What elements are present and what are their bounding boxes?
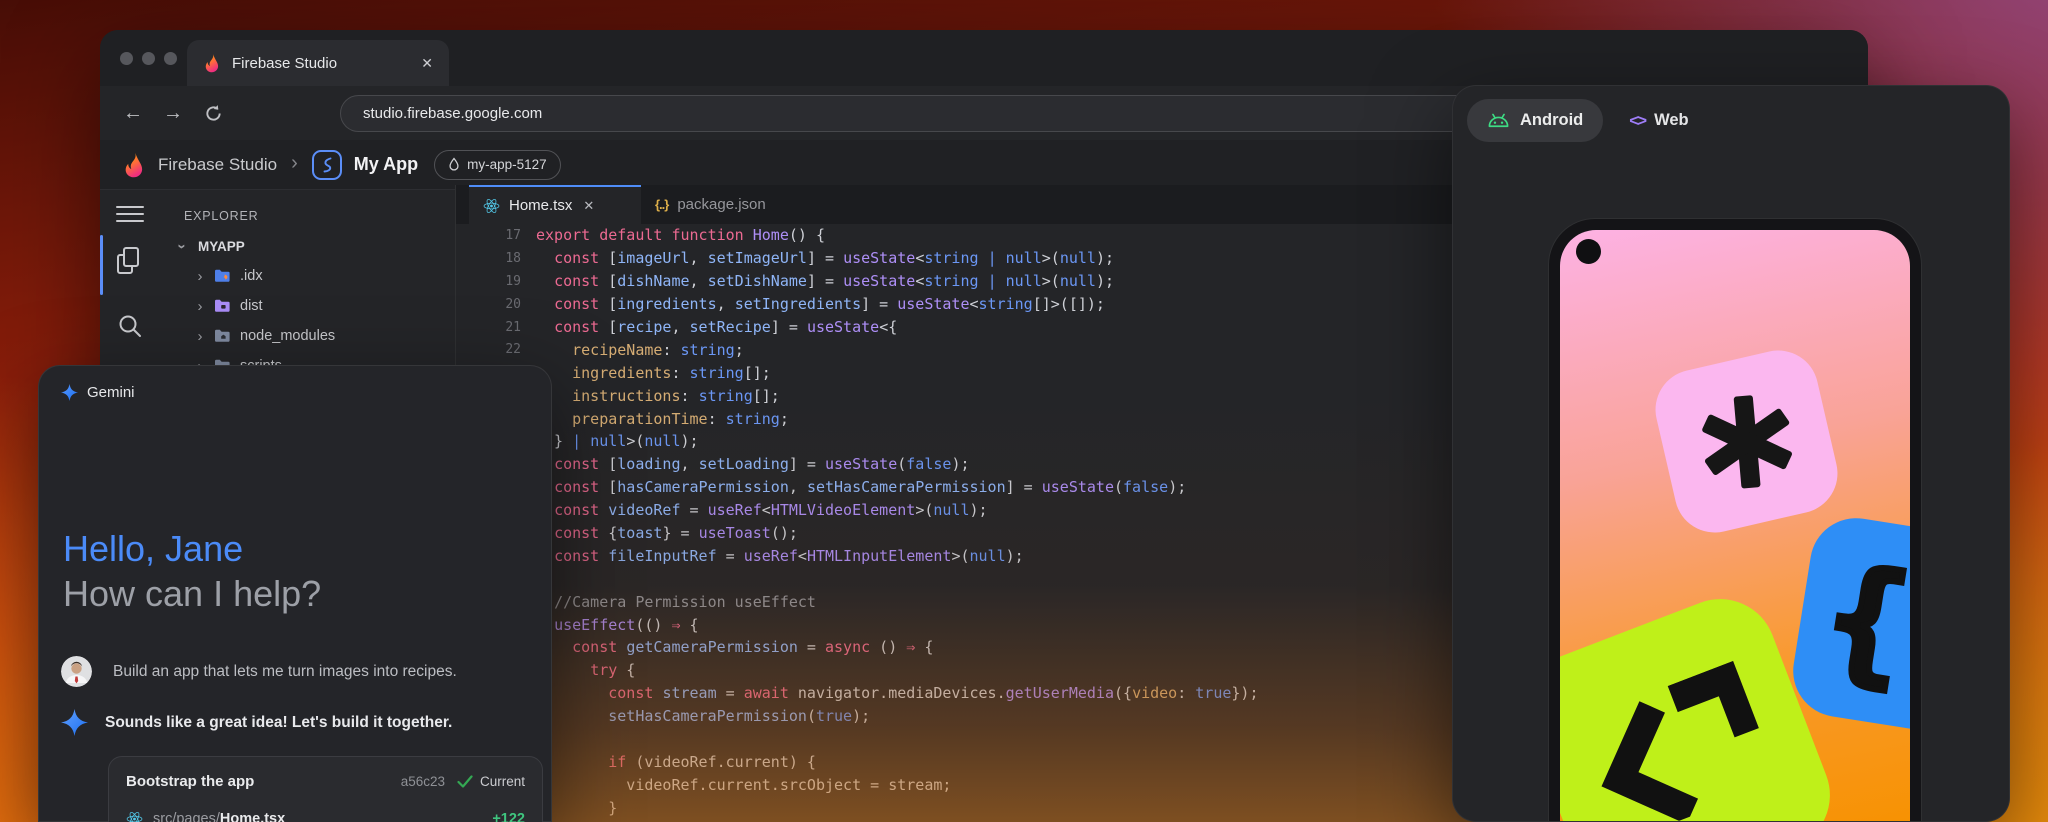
refresh-icon[interactable]: [200, 104, 226, 123]
bootstrap-card[interactable]: Bootstrap the app a56c23 Current: [108, 756, 543, 822]
greeting-line1: Hello, Jane: [63, 526, 321, 571]
window-dot[interactable]: [142, 52, 155, 65]
active-view-indicator: [100, 235, 103, 295]
product-name[interactable]: Firebase Studio: [158, 155, 277, 175]
code-brackets-icon: <>: [1629, 111, 1645, 131]
menu-icon[interactable]: [116, 201, 144, 227]
changed-file-row[interactable]: src/pages/Home.tsx +122: [126, 811, 525, 822]
react-icon: [126, 811, 143, 822]
react-icon: [483, 198, 500, 214]
folder-icon: [214, 329, 231, 343]
diff-added-count: +122: [285, 811, 525, 822]
folder-icon: [214, 269, 231, 283]
user-message-row: Build an app that lets me turn images in…: [61, 656, 457, 687]
status-badge: Current: [480, 774, 525, 789]
tree-item-node-modules[interactable]: › node_modules: [160, 321, 455, 351]
commit-hash: a56c23: [401, 774, 445, 789]
editor-tab-label: package.json: [677, 196, 765, 213]
explorer-icon[interactable]: [117, 247, 141, 275]
search-icon[interactable]: [117, 313, 143, 344]
check-icon: [457, 775, 473, 788]
file-path: src/pages/Home.tsx: [153, 811, 285, 822]
app-name[interactable]: My App: [354, 154, 418, 175]
chevron-right-icon: ›: [192, 298, 208, 315]
close-icon[interactable]: ✕: [583, 198, 594, 214]
explorer-title: EXPLORER: [184, 209, 258, 223]
assistant-message-text: Sounds like a great idea! Let's build it…: [105, 714, 452, 732]
avatar: [61, 656, 92, 687]
phone-mockup: {: [1549, 219, 1921, 822]
tree-item-dist[interactable]: › dist: [160, 291, 455, 321]
gemini-panel: Gemini Hello, Jane How can I help? Build…: [38, 365, 552, 822]
tab-close-icon[interactable]: ✕: [421, 55, 433, 72]
toggle-web[interactable]: <> Web: [1629, 111, 1688, 131]
chevron-right-icon: ›: [192, 268, 208, 285]
platform-toggles: Android <> Web: [1467, 99, 1689, 142]
browser-tab-title: Firebase Studio: [232, 55, 421, 72]
json-braces-icon: {..}: [655, 197, 668, 212]
gemini-star-icon: [61, 709, 88, 736]
window-dot[interactable]: [120, 52, 133, 65]
tree-item-idx[interactable]: › .idx: [160, 261, 455, 291]
toggle-android-label: Android: [1520, 111, 1583, 130]
device-preview-panel: Android <> Web: [1452, 85, 2010, 822]
workspace-badge[interactable]: my-app-5127: [434, 150, 561, 180]
tree-item-label: node_modules: [240, 328, 335, 344]
forward-icon[interactable]: →: [160, 102, 186, 125]
gemini-greeting: Hello, Jane How can I help?: [63, 526, 321, 616]
droplet-icon: [448, 157, 460, 172]
gemini-header: Gemini: [61, 384, 135, 401]
browser-tab-strip: Firebase Studio ✕: [100, 30, 1868, 86]
card-title: Bootstrap the app: [126, 773, 401, 790]
gemini-title: Gemini: [87, 384, 135, 401]
breadcrumb-chevron-icon: ›: [291, 152, 298, 175]
firebase-flame-icon: [122, 152, 146, 178]
url-text: studio.firebase.google.com: [363, 105, 542, 122]
angle-brackets-icon: [1574, 661, 1779, 822]
greeting-line2: How can I help?: [63, 571, 321, 616]
chevron-down-icon: ›: [174, 238, 191, 254]
curly-brace-icon: {: [1818, 549, 1910, 692]
window-controls[interactable]: [120, 52, 177, 65]
toggle-android[interactable]: Android: [1467, 99, 1603, 142]
blue-tile: {: [1787, 512, 1910, 741]
stage: Firebase Studio ✕ ← → studio.firebase.go…: [0, 0, 2048, 822]
user-message-text: Build an app that lets me turn images in…: [113, 663, 457, 681]
phone-screen: {: [1560, 230, 1910, 822]
tree-item-label: dist: [240, 298, 263, 314]
file-name: Home.tsx: [220, 811, 285, 822]
window-dot[interactable]: [164, 52, 177, 65]
back-icon[interactable]: ←: [120, 102, 146, 125]
gemini-star-icon: [61, 384, 78, 401]
assistant-message-row: Sounds like a great idea! Let's build it…: [61, 709, 452, 736]
app-prototyper-icon: [312, 150, 342, 180]
tree-item-label: .idx: [240, 268, 263, 284]
folder-icon: [214, 299, 231, 313]
firebase-flame-icon: [203, 53, 221, 73]
asterisk-icon: [1689, 384, 1804, 499]
pink-tile: [1648, 343, 1846, 541]
editor-tab-label: Home.tsx: [509, 197, 572, 214]
camera-punch-hole: [1576, 239, 1601, 264]
tree-root-label: MYAPP: [198, 239, 245, 254]
browser-tab[interactable]: Firebase Studio ✕: [187, 40, 449, 86]
toggle-web-label: Web: [1654, 111, 1689, 130]
editor-tab-packagejson[interactable]: {..} package.json: [641, 185, 780, 224]
chevron-right-icon: ›: [192, 328, 208, 345]
android-icon: [1487, 113, 1510, 128]
file-tree: › MYAPP › .idx ›: [160, 231, 455, 381]
editor-tab-hometsx[interactable]: Home.tsx ✕: [469, 185, 641, 224]
workspace-badge-label: my-app-5127: [467, 157, 547, 172]
tree-root-myapp[interactable]: › MYAPP: [160, 231, 455, 261]
